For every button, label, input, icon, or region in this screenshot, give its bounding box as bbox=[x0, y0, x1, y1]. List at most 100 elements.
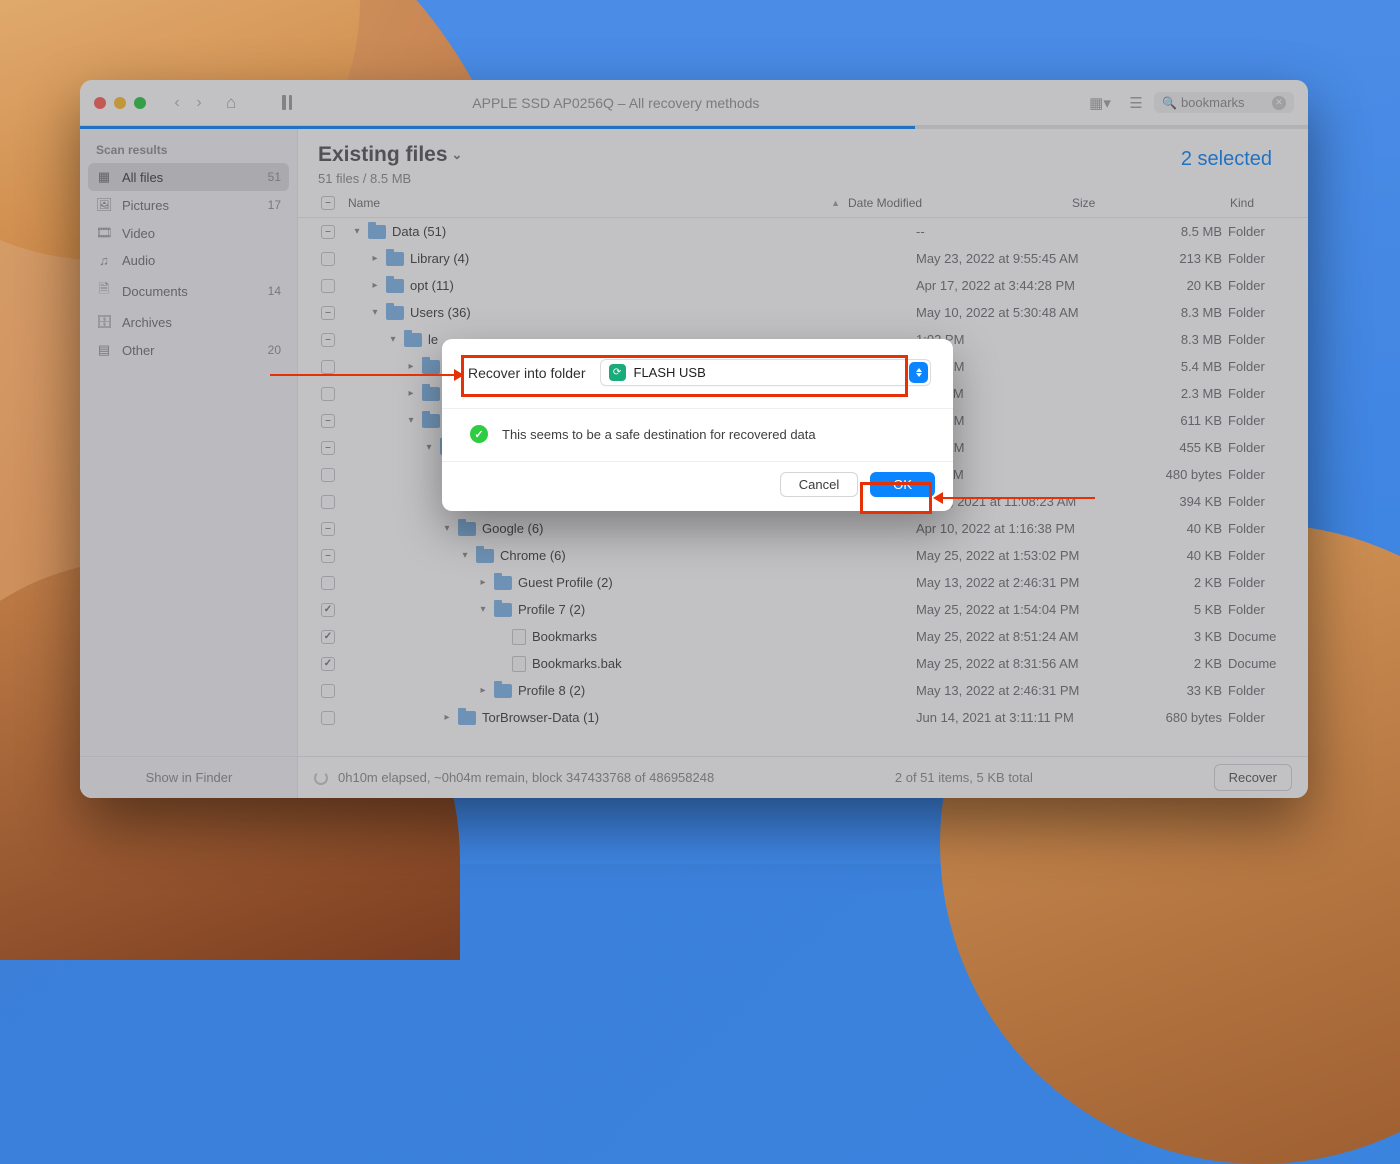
sidebar-item-audio[interactable]: ♫ Audio bbox=[80, 247, 297, 274]
sidebar-item-other[interactable]: ▤ Other 20 bbox=[80, 336, 297, 364]
col-kind[interactable]: Kind bbox=[1230, 196, 1254, 210]
col-size[interactable]: Size bbox=[1072, 196, 1095, 210]
clear-search-icon[interactable]: ✕ bbox=[1272, 96, 1286, 110]
disclosure-icon[interactable]: ▾ bbox=[460, 550, 470, 561]
header-checkbox[interactable]: – bbox=[321, 196, 335, 210]
folder-icon bbox=[422, 414, 440, 428]
row-name: opt (11) bbox=[410, 278, 454, 293]
row-name: Profile 8 (2) bbox=[518, 683, 585, 698]
sidebar-item-archives[interactable]: 🗄 Archives bbox=[80, 308, 297, 336]
disclosure-icon[interactable]: ▾ bbox=[478, 604, 488, 615]
sidebar-item-all-files[interactable]: ▦ All files 51 bbox=[88, 163, 289, 191]
disclosure-icon[interactable]: ▾ bbox=[370, 307, 380, 318]
checkbox-checked[interactable] bbox=[321, 603, 335, 617]
checkbox[interactable] bbox=[321, 387, 335, 401]
disclosure-icon[interactable]: ▸ bbox=[442, 712, 452, 723]
sidebar-item-icon: 🗎 bbox=[96, 280, 112, 302]
checkbox[interactable] bbox=[321, 576, 335, 590]
col-name[interactable]: Name bbox=[348, 196, 380, 210]
checkbox-tri[interactable]: – bbox=[321, 333, 335, 347]
disclosure-icon[interactable]: ▾ bbox=[352, 226, 362, 237]
row-date: May 13, 2022 at 2:46:31 PM bbox=[916, 683, 1138, 698]
table-row[interactable]: ▾ Profile 7 (2) May 25, 2022 at 1:54:04 … bbox=[298, 596, 1308, 623]
checkbox[interactable] bbox=[321, 495, 335, 509]
checkbox[interactable] bbox=[321, 711, 335, 725]
disclosure-icon[interactable]: ▸ bbox=[370, 253, 380, 264]
row-date: May 23, 2022 at 9:55:45 AM bbox=[916, 251, 1138, 266]
scan-status: 0h10m elapsed, ~0h04m remain, block 3474… bbox=[338, 770, 714, 785]
close-window-button[interactable] bbox=[94, 97, 106, 109]
row-size: 394 KB bbox=[1138, 494, 1228, 509]
back-button[interactable]: ‹ bbox=[166, 94, 188, 112]
chevron-down-icon[interactable]: ⌄ bbox=[452, 147, 463, 163]
checkbox[interactable] bbox=[321, 684, 335, 698]
combo-handle-icon[interactable] bbox=[909, 362, 928, 383]
folder-icon bbox=[404, 333, 422, 347]
sidebar-item-documents[interactable]: 🗎 Documents 14 bbox=[80, 274, 297, 308]
disclosure-icon[interactable]: ▸ bbox=[478, 577, 488, 588]
sidebar-item-video[interactable]: 🎞 Video bbox=[80, 219, 297, 247]
ok-button[interactable]: OK bbox=[870, 472, 935, 497]
checkbox[interactable] bbox=[321, 279, 335, 293]
disclosure-icon[interactable]: ▾ bbox=[442, 523, 452, 534]
checkbox-tri[interactable]: – bbox=[321, 522, 335, 536]
row-name: Bookmarks.bak bbox=[532, 656, 622, 671]
cancel-button[interactable]: Cancel bbox=[780, 472, 858, 497]
checkbox-tri[interactable]: – bbox=[321, 306, 335, 320]
table-row[interactable]: Bookmarks May 25, 2022 at 8:51:24 AM 3 K… bbox=[298, 623, 1308, 650]
destination-name: FLASH USB bbox=[634, 365, 706, 380]
sidebar-item-pictures[interactable]: 🖼 Pictures 17 bbox=[80, 191, 297, 219]
checkbox[interactable] bbox=[321, 360, 335, 374]
checkbox-checked[interactable] bbox=[321, 657, 335, 671]
table-row[interactable]: Bookmarks.bak May 25, 2022 at 8:31:56 AM… bbox=[298, 650, 1308, 677]
table-row[interactable]: ▸ Library (4) May 23, 2022 at 9:55:45 AM… bbox=[298, 245, 1308, 272]
drive-icon: ⟳ bbox=[609, 364, 626, 381]
home-icon[interactable]: ⌂ bbox=[226, 93, 236, 113]
minimize-window-button[interactable] bbox=[114, 97, 126, 109]
folder-icon bbox=[422, 360, 440, 374]
checkbox-tri[interactable]: – bbox=[321, 225, 335, 239]
search-input[interactable]: 🔍 bookmarks ✕ bbox=[1154, 92, 1294, 113]
table-row[interactable]: – ▾ Chrome (6) May 25, 2022 at 1:53:02 P… bbox=[298, 542, 1308, 569]
row-size: 213 KB bbox=[1138, 251, 1228, 266]
col-date[interactable]: Date Modified bbox=[848, 196, 922, 210]
checkbox-checked[interactable] bbox=[321, 630, 335, 644]
checkbox[interactable] bbox=[321, 252, 335, 266]
table-row[interactable]: – ▾ Users (36) May 10, 2022 at 5:30:48 A… bbox=[298, 299, 1308, 326]
row-kind: Folder bbox=[1228, 305, 1298, 320]
main-title[interactable]: Existing files bbox=[318, 143, 448, 167]
disclosure-icon[interactable]: ▾ bbox=[388, 334, 398, 345]
disclosure-icon[interactable]: ▾ bbox=[424, 442, 434, 453]
filter-icon[interactable]: ☰ bbox=[1124, 94, 1148, 112]
table-row[interactable]: – ▾ Data (51) -- 8.5 MB Folder bbox=[298, 218, 1308, 245]
row-name: Google (6) bbox=[482, 521, 543, 536]
zoom-window-button[interactable] bbox=[134, 97, 146, 109]
checkbox[interactable] bbox=[321, 468, 335, 482]
sidebar-item-icon: ▦ bbox=[96, 169, 112, 185]
destination-combo[interactable]: ⟳ FLASH USB bbox=[600, 359, 931, 386]
sort-asc-icon[interactable]: ▲ bbox=[831, 198, 840, 208]
view-options-icon[interactable]: ▦▾ bbox=[1088, 94, 1112, 112]
table-row[interactable]: ▸ Guest Profile (2) May 13, 2022 at 2:46… bbox=[298, 569, 1308, 596]
disclosure-icon[interactable]: ▸ bbox=[478, 685, 488, 696]
disclosure-icon[interactable]: ▸ bbox=[406, 388, 416, 399]
table-row[interactable]: ▸ Profile 8 (2) May 13, 2022 at 2:46:31 … bbox=[298, 677, 1308, 704]
disclosure-icon[interactable]: ▸ bbox=[370, 280, 380, 291]
checkbox-tri[interactable]: – bbox=[321, 549, 335, 563]
disclosure-icon[interactable]: ▸ bbox=[406, 361, 416, 372]
checkbox-tri[interactable]: – bbox=[321, 441, 335, 455]
forward-button[interactable]: › bbox=[188, 94, 210, 112]
checkbox-tri[interactable]: – bbox=[321, 414, 335, 428]
pause-icon[interactable] bbox=[282, 95, 292, 110]
table-row[interactable]: – ▾ Google (6) Apr 10, 2022 at 1:16:38 P… bbox=[298, 515, 1308, 542]
show-in-finder-button[interactable]: Show in Finder bbox=[80, 756, 298, 798]
window-title: APPLE SSD AP0256Q – All recovery methods bbox=[472, 95, 759, 111]
table-row[interactable]: ▸ opt (11) Apr 17, 2022 at 3:44:28 PM 20… bbox=[298, 272, 1308, 299]
recover-dialog: Recover into folder ⟳ FLASH USB ✓ This s… bbox=[442, 339, 953, 511]
disclosure-icon[interactable]: ▾ bbox=[406, 415, 416, 426]
status-bar: 0h10m elapsed, ~0h04m remain, block 3474… bbox=[298, 756, 1308, 798]
recover-button[interactable]: Recover bbox=[1214, 764, 1292, 791]
table-row[interactable]: ▸ TorBrowser-Data (1) Jun 14, 2021 at 3:… bbox=[298, 704, 1308, 731]
row-name: Users (36) bbox=[410, 305, 471, 320]
row-size: 8.3 MB bbox=[1138, 305, 1228, 320]
